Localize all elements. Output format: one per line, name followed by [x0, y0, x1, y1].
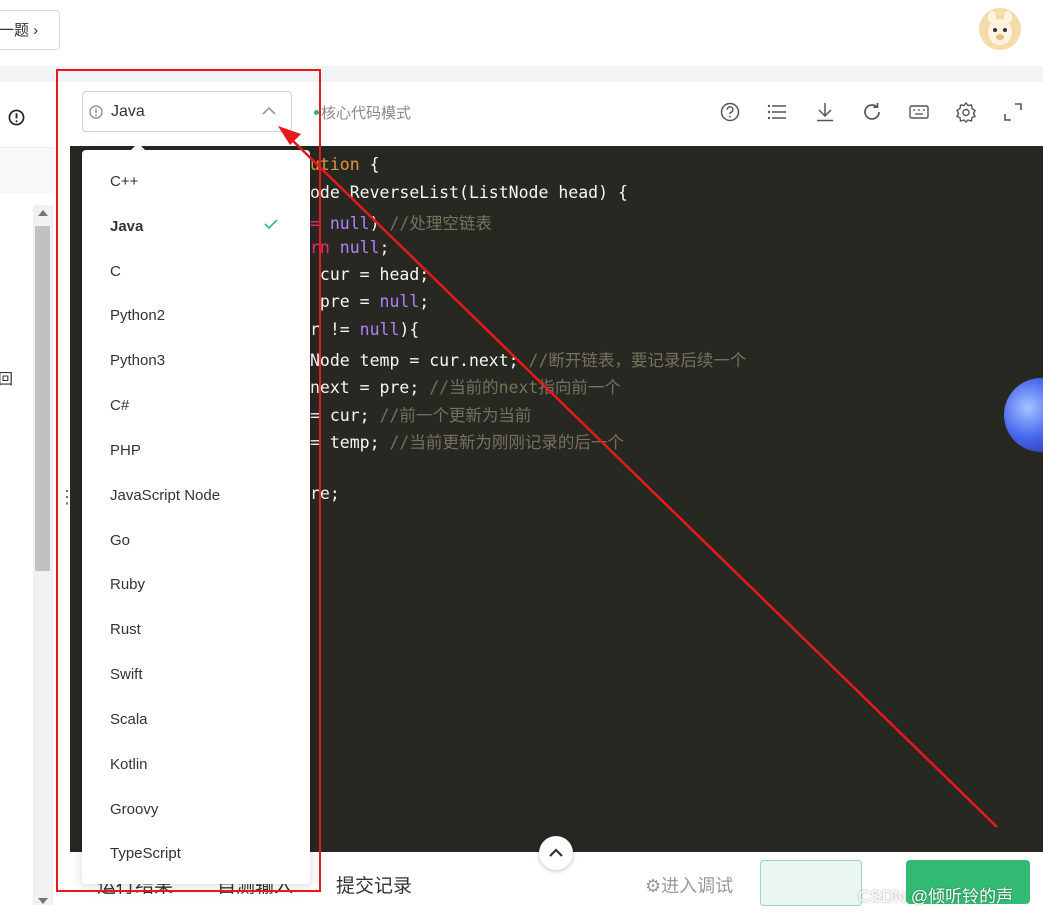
- info-icon[interactable]: [8, 109, 25, 126]
- bug-icon: ⚙: [645, 876, 662, 896]
- code-line: next = pre; //当前的next指向前一个: [310, 378, 621, 397]
- code-line: r != null){: [310, 320, 420, 339]
- fullscreen-icon[interactable]: [1002, 101, 1024, 123]
- watermark: CSDN @倾听铃的声: [858, 887, 1014, 906]
- refresh-icon[interactable]: [861, 101, 883, 123]
- next-problem-button[interactable]: 一题 ›: [0, 10, 60, 50]
- scroll-up-icon[interactable]: [38, 210, 48, 216]
- help-icon[interactable]: [719, 101, 741, 123]
- code-line: = temp; //当前更新为刚刚记录的后一个: [310, 433, 624, 452]
- annotation-highlight-box: [56, 69, 321, 892]
- code-line: rn null;: [310, 238, 390, 257]
- tab-submissions[interactable]: 提交记录: [336, 871, 412, 898]
- problem-text-fragment: 回: [0, 371, 14, 388]
- code-line: cur = head;: [310, 265, 430, 284]
- scrollbar-thumb[interactable]: [35, 226, 50, 571]
- divider: [0, 147, 55, 148]
- user-avatar[interactable]: [979, 8, 1021, 50]
- run-button[interactable]: [760, 860, 862, 906]
- download-icon[interactable]: [814, 101, 836, 123]
- problem-subbar: [0, 148, 55, 193]
- expand-panel-button[interactable]: [539, 836, 573, 870]
- code-line: = null) //处理空链表: [310, 214, 492, 233]
- keyboard-icon[interactable]: [908, 101, 930, 123]
- list-icon[interactable]: [766, 101, 788, 123]
- code-mode-label: 核心代码模式: [321, 105, 412, 122]
- top-bar: [0, 0, 1043, 66]
- settings-icon[interactable]: [955, 101, 977, 123]
- code-line: Node temp = cur.next; //断开链表，要记录后续一个: [310, 351, 747, 370]
- debug-button[interactable]: ⚙进入调试: [645, 872, 733, 898]
- alpaca-avatar-icon: [979, 8, 1021, 50]
- code-line: = cur; //前一个更新为当前: [310, 406, 532, 425]
- code-line: ode ReverseList(ListNode head) {: [310, 183, 628, 202]
- chevron-up-icon: [549, 848, 563, 857]
- code-line: pre = null;: [310, 292, 430, 311]
- scroll-down-icon[interactable]: [38, 898, 48, 904]
